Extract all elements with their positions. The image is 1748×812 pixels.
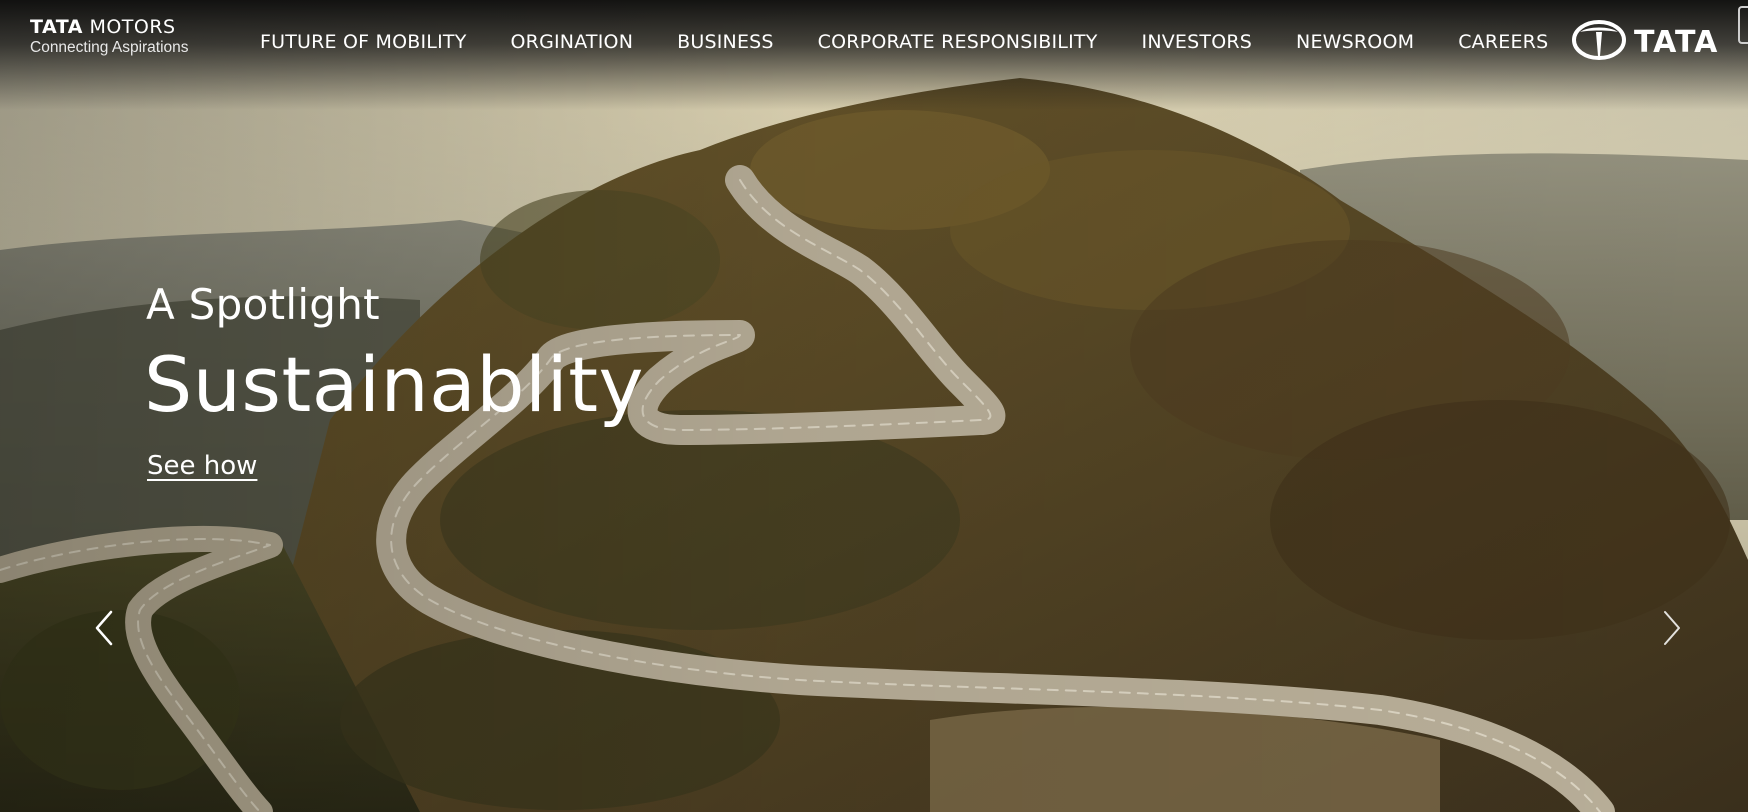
hero-headline: Sustainablity	[144, 340, 644, 429]
tata-motors-logo[interactable]: TATA MOTORS Connecting Aspirations	[30, 16, 189, 57]
site-header: TATA MOTORS Connecting Aspirations FUTUR…	[0, 0, 1748, 86]
chevron-left-icon	[94, 610, 114, 646]
main-nav: FUTURE OF MOBILITY ORGINATION BUSINESS C…	[260, 30, 1548, 54]
see-how-link[interactable]: See how	[147, 449, 257, 483]
nav-item-investors[interactable]: INVESTORS	[1142, 30, 1253, 54]
nav-item-orgination[interactable]: ORGINATION	[511, 30, 634, 54]
tata-group-logo[interactable]: TATA	[1572, 20, 1718, 65]
brand-tagline: Connecting Aspirations	[30, 39, 189, 56]
carousel-next-button[interactable]	[1658, 606, 1686, 650]
scroll-indicator	[1738, 6, 1748, 44]
carousel-prev-button[interactable]	[90, 606, 118, 650]
nav-item-careers[interactable]: CAREERS	[1458, 30, 1548, 54]
nav-item-newsroom[interactable]: NEWSROOM	[1296, 30, 1414, 54]
nav-item-business[interactable]: BUSINESS	[677, 30, 774, 54]
chevron-right-icon	[1662, 610, 1682, 646]
tata-emblem-icon	[1572, 20, 1626, 65]
nav-item-corporate-responsibility[interactable]: CORPORATE RESPONSIBILITY	[818, 30, 1098, 54]
tata-wordmark: TATA	[1634, 24, 1719, 60]
brand-name: TATA MOTORS	[30, 16, 176, 38]
nav-item-future-of-mobility[interactable]: FUTURE OF MOBILITY	[260, 30, 467, 54]
hero-eyebrow: A Spotlight	[146, 280, 380, 329]
